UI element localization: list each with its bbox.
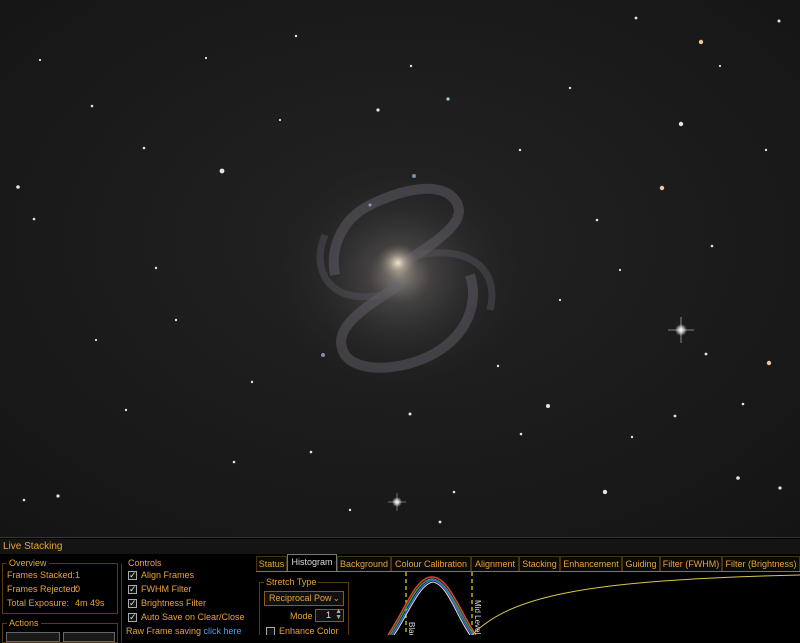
tab-enhancement[interactable]: Enhancement: [560, 556, 622, 571]
controls-group: Controls ✓ Align Frames ✓ FWHM Filter ✓ …: [121, 557, 253, 643]
check-icon: ✓: [129, 598, 137, 608]
align-frames-checkbox[interactable]: ✓: [128, 570, 137, 580]
overview-group: Overview Frames Stacked: 1 Frames Reject…: [2, 557, 118, 614]
raw-frame-saving-label: Raw Frame saving click here: [126, 626, 242, 636]
live-stacking-panel: Live Stacking Overview Frames Stacked: 1…: [0, 537, 800, 643]
frames-stacked-label: Frames Stacked:: [7, 570, 76, 580]
raw-frame-saving-text: Raw Frame saving: [126, 626, 202, 636]
stepper-arrows-icon: ▲ ▼: [335, 608, 342, 621]
stretch-type-group: Stretch Type Reciprocal Pow ⌄ Mode 1 ▲ ▼ …: [259, 576, 349, 635]
raw-frame-saving-link[interactable]: click here: [204, 626, 242, 636]
actions-group: Actions: [2, 617, 118, 643]
frames-rejected-value: 0: [75, 584, 81, 594]
brightness-filter-label: Brightness Filter: [141, 598, 207, 608]
actions-label: Actions: [7, 617, 41, 629]
frames-stacked-value: 1: [75, 570, 81, 580]
fwhm-filter-checkbox[interactable]: ✓: [128, 584, 137, 594]
check-icon: ✓: [129, 584, 137, 594]
action-button-1[interactable]: [6, 632, 60, 642]
stretch-type-select[interactable]: Reciprocal Pow ⌄: [264, 591, 344, 606]
frames-rejected-label: Frames Rejected:: [7, 584, 79, 594]
tab-histogram[interactable]: Histogram: [287, 554, 337, 571]
green-histogram-curve: [389, 578, 475, 635]
mode-stepper[interactable]: 1 ▲ ▼: [315, 608, 344, 622]
auto-save-label: Auto Save on Clear/Close: [141, 612, 245, 622]
tab-guiding[interactable]: Guiding: [622, 556, 660, 571]
controls-label: Controls: [126, 557, 164, 569]
tab-alignment[interactable]: Alignment: [471, 556, 519, 571]
tab-filter-brightness[interactable]: Filter (Brightness): [722, 556, 800, 571]
stretch-type-label: Stretch Type: [264, 576, 319, 588]
tab-status[interactable]: Status: [256, 556, 287, 571]
check-icon: ✓: [129, 570, 137, 580]
chevron-down-icon: ⌄: [332, 593, 340, 603]
mid-level-marker-label: Mid Level: [473, 600, 482, 634]
total-exposure-value: 4m 49s: [75, 598, 105, 608]
tab-colour-calibration[interactable]: Colour Calibration: [391, 556, 471, 571]
auto-save-checkbox[interactable]: ✓: [128, 612, 137, 622]
red-histogram-curve: [387, 576, 477, 635]
tab-background[interactable]: Background: [337, 556, 391, 571]
stretch-curve: [471, 574, 800, 635]
stacked-image-viewer[interactable]: [0, 0, 800, 537]
panel-title: Live Stacking: [0, 539, 800, 554]
check-icon: ✓: [129, 612, 137, 622]
tab-stacking[interactable]: Stacking: [519, 556, 560, 571]
brightness-filter-checkbox[interactable]: ✓: [128, 598, 137, 608]
total-exposure-label: Total Exposure:: [7, 598, 70, 608]
histogram-tab-content: Stretch Type Reciprocal Pow ⌄ Mode 1 ▲ ▼ …: [256, 571, 800, 635]
enhance-color-checkbox[interactable]: [266, 627, 275, 635]
black-marker-label: Black: [407, 622, 416, 635]
align-frames-label: Align Frames: [141, 570, 195, 580]
stretch-type-value: Reciprocal Pow: [269, 593, 332, 603]
mode-value: 1: [325, 610, 331, 620]
galaxy: [275, 160, 525, 390]
fwhm-filter-label: FWHM Filter: [141, 584, 192, 594]
histogram-plot[interactable]: Black Mid Level: [360, 572, 800, 635]
action-button-2[interactable]: [63, 632, 115, 642]
mode-label: Mode: [290, 611, 313, 621]
tab-filter-fwhm[interactable]: Filter (FWHM): [660, 556, 722, 571]
overview-label: Overview: [7, 557, 49, 569]
enhance-color-label: Enhance Color: [279, 626, 339, 635]
